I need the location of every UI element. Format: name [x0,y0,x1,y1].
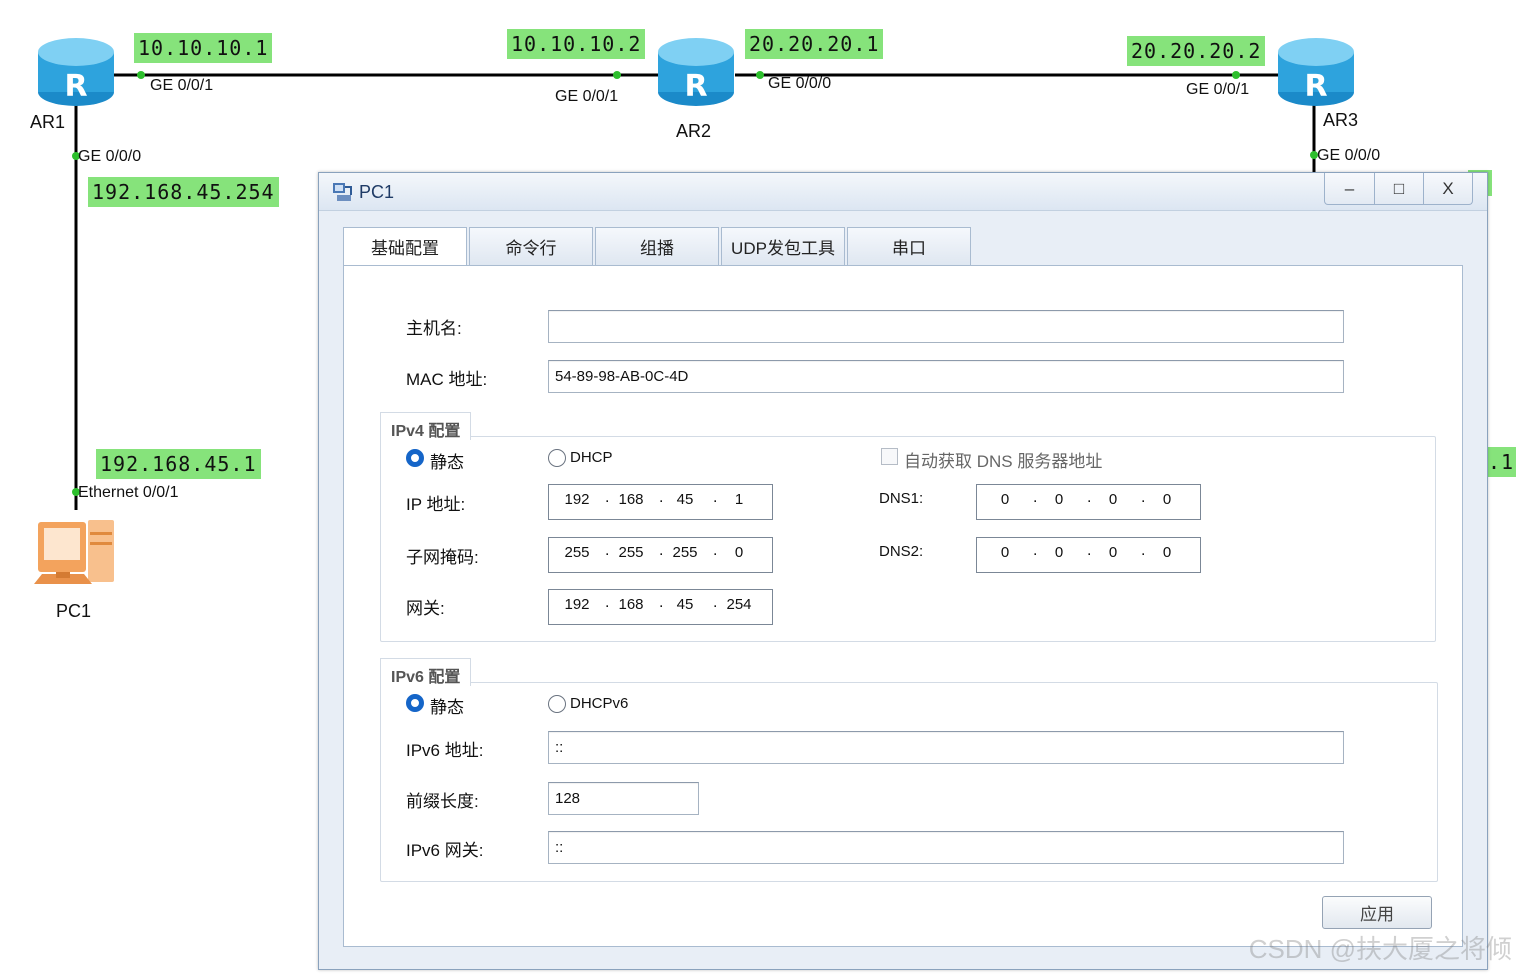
ip-label-ar3-ge001: 20.20.20.2 [1127,36,1266,66]
dns2-input[interactable]: 0. 0. 0. 0 [976,537,1201,573]
ip-label-ar2-ge000: 20.20.20.1 [745,29,884,59]
router-ar3-icon[interactable]: R [1276,34,1356,108]
dns2-label: DNS2: [879,543,924,560]
port-label-ar2-ge001: GE 0/0/1 [555,88,619,105]
tab-udp-tool[interactable]: UDP发包工具 [721,227,845,265]
minimize-button[interactable]: – [1325,173,1374,204]
port-label-ar3-ge001: GE 0/0/1 [1186,81,1250,98]
gateway-label: 网关: [406,599,445,618]
hostname-input[interactable] [548,310,1344,343]
ipv4-dhcp-label: DHCP [570,449,613,466]
ipv6-address-input[interactable]: :: [548,731,1344,764]
hostname-label: 主机名: [406,319,462,338]
prefix-length-label: 前缀长度: [406,792,479,811]
tab-command-line[interactable]: 命令行 [469,227,593,265]
port-label-ar3-ge000: GE 0/0/0 [1317,147,1381,164]
auto-dns-label: 自动获取 DNS 服务器地址 [904,452,1103,471]
mac-label: MAC 地址: [406,370,488,389]
ipv4-dhcp-radio[interactable] [548,449,566,467]
close-button[interactable]: X [1423,173,1472,204]
pc1-config-window: PC1 – □ X 基础配置 命令行 组播 UDP发包工具 串口 主机名: MA… [318,172,1488,970]
prefix-length-input[interactable]: 128 [548,782,699,815]
ipv4-group-title: IPv4 配置 [380,412,472,440]
ipv4-static-label: 静态 [430,453,464,472]
ip-address-input[interactable]: 192. 168. 45. 1 [548,484,773,520]
pc-window-icon [333,183,352,201]
svg-text:R: R [64,69,87,104]
ipv6-dhcp-radio[interactable] [548,695,566,713]
port-label-ar1-ge000: GE 0/0/0 [78,148,142,165]
maximize-button[interactable]: □ [1374,173,1423,204]
router-ar1-icon[interactable]: R [36,34,116,108]
basic-config-panel: 主机名: MAC 地址: 54-89-98-AB-0C-4D IPv4 配置 静… [343,265,1463,947]
subnet-mask-input[interactable]: 255. 255. 255. 0 [548,537,773,573]
ipv4-static-radio[interactable] [406,449,424,467]
dns1-label: DNS1: [879,490,924,507]
ip-label-ar2-ge001: 10.10.10.2 [507,29,646,59]
watermark: CSDN @扶大厦之将倾 [1248,934,1512,964]
ipv6-static-label: 静态 [430,698,464,717]
ipv6-gateway-input[interactable]: :: [548,831,1344,864]
svg-text:R: R [684,69,707,104]
dns1-input[interactable]: 0. 0. 0. 0 [976,484,1201,520]
device-name-ar3: AR3 [1323,110,1359,130]
device-name-ar1: AR1 [30,112,66,132]
gateway-input[interactable]: 192. 168. 45. 254 [548,589,773,625]
pc-icon[interactable] [32,512,118,596]
router-ar2-icon[interactable]: R [656,34,736,108]
ipv6-group-title: IPv6 配置 [380,658,472,686]
port-label-ar2-ge000: GE 0/0/0 [768,75,832,92]
device-name-pc1: PC1 [56,601,92,621]
tab-multicast[interactable]: 组播 [595,227,719,265]
tab-basic-config[interactable]: 基础配置 [343,227,467,265]
apply-button[interactable]: 应用 [1322,896,1432,929]
ipv6-static-radio[interactable] [406,694,424,712]
tab-serial[interactable]: 串口 [847,227,971,265]
ip-label-ar1-ge000: 192.168.45.254 [88,177,279,207]
ipv6-address-label: IPv6 地址: [406,741,484,760]
window-titlebar[interactable]: PC1 – □ X [319,173,1487,211]
window-controls: – □ X [1324,173,1473,205]
ip-label-partial: .1 [1486,447,1516,477]
ip-address-label: IP 地址: [406,495,466,514]
ip-label-ar1-ge001: 10.10.10.1 [134,33,273,63]
svg-text:R: R [1304,69,1327,104]
port-label-ar1-ge001: GE 0/0/1 [150,77,214,94]
mac-input[interactable]: 54-89-98-AB-0C-4D [548,360,1344,393]
subnet-mask-label: 子网掩码: [406,548,479,567]
port-label-pc1-eth: Ethernet 0/0/1 [78,484,179,501]
tab-bar: 基础配置 命令行 组播 UDP发包工具 串口 [343,227,971,265]
ipv6-dhcp-label: DHCPv6 [570,695,629,712]
device-name-ar2: AR2 [676,121,712,141]
maximize-icon: □ [1393,178,1405,198]
close-icon: X [1442,178,1454,198]
ipv6-gateway-label: IPv6 网关: [406,841,484,860]
auto-dns-checkbox[interactable] [881,448,898,465]
ip-label-pc1: 192.168.45.1 [96,449,261,479]
window-title: PC1 [359,182,395,202]
minimize-icon: – [1344,178,1355,198]
